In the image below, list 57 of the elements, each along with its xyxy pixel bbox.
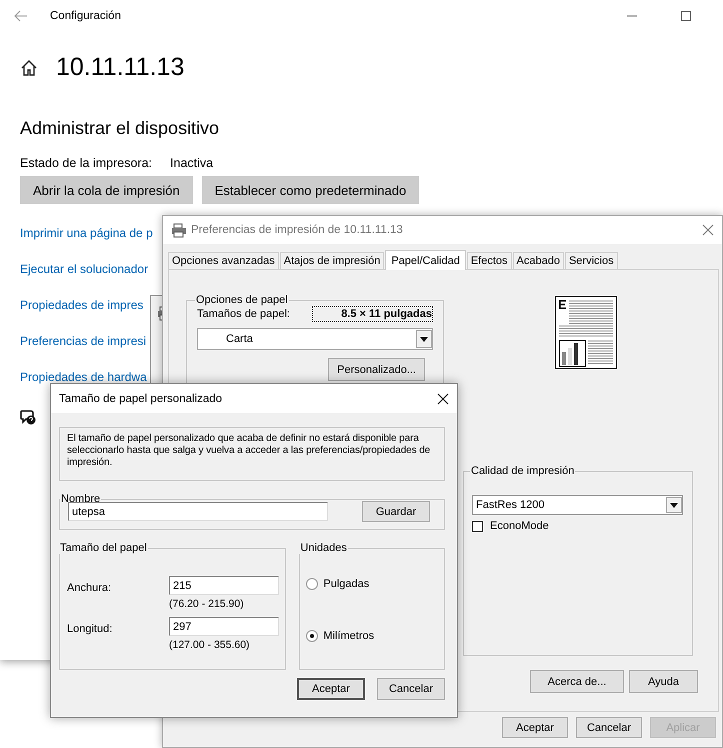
group-label: Opciones de papel: [195, 294, 289, 306]
range-hint: (127.00 - 355.60): [169, 639, 251, 651]
settings-link[interactable]: Propiedades de impres: [20, 296, 144, 315]
custom-button[interactable]: Personalizado...: [328, 358, 425, 381]
checkbox-label: EconoMode: [490, 520, 549, 532]
group-label: Unidades: [299, 542, 348, 554]
name-field[interactable]: utepsa: [68, 502, 328, 521]
back-icon: [14, 10, 28, 22]
group-label: Calidad de impresión: [470, 465, 576, 477]
status-value: Inactiva: [170, 156, 214, 170]
settings-link[interactable]: Propiedades de hardwa: [20, 368, 147, 387]
paper-size-value: 8.5 × 11 pulgadas: [312, 306, 433, 322]
radio-button[interactable]: [306, 578, 318, 590]
action-button[interactable]: Establecer como predeterminado: [202, 176, 420, 204]
tab[interactable]: Opciones avanzadas: [168, 252, 279, 269]
dialog-button[interactable]: Acerca de...: [530, 670, 624, 693]
radio-label: Milímetros: [323, 630, 374, 642]
section-title: Administrar el dispositivo: [20, 118, 220, 139]
dialog-button[interactable]: Aceptar: [502, 717, 568, 738]
maximize-icon: [680, 10, 692, 22]
feedback-icon: [20, 409, 36, 425]
close-icon: [702, 224, 714, 236]
field-label: Tamaños de papel:: [197, 308, 290, 320]
quality-dropdown[interactable]: FastRes 1200: [472, 495, 683, 515]
tab[interactable]: Servicios: [564, 252, 618, 269]
tab[interactable]: Papel/Calidad: [385, 250, 466, 270]
dialog-button[interactable]: Aceptar: [297, 678, 365, 700]
action-button[interactable]: Abrir la cola de impresión: [20, 176, 193, 204]
dialog-button[interactable]: Cancelar: [576, 717, 642, 738]
input-field[interactable]: 215: [169, 576, 279, 595]
save-button[interactable]: Guardar: [362, 501, 430, 522]
tab[interactable]: Acabado: [512, 252, 564, 269]
tab[interactable]: Efectos: [466, 252, 512, 269]
window-title: Configuración: [50, 10, 121, 22]
checkbox[interactable]: [472, 520, 483, 532]
paper-size-dropdown[interactable]: Carta: [197, 328, 433, 350]
input-field[interactable]: 297: [169, 617, 279, 636]
page-heading: 10.11.11.13: [56, 53, 184, 82]
dialog-button[interactable]: Ayuda: [629, 670, 698, 693]
range-hint: (76.20 - 215.90): [169, 598, 245, 610]
group-label: Nombre: [60, 493, 102, 505]
field-label: Anchura:: [67, 581, 112, 594]
field-label: Longitud:: [67, 622, 114, 635]
tab[interactable]: Atajos de impresión: [280, 252, 384, 269]
notice-text: El tamaño de papel personalizado que acaba de definir no estará disponible para seleccionarlo hasta que salga y vuelva a acceder a las preferencias/propiedades de impresión.: [67, 433, 432, 469]
radio-label: Pulgadas: [323, 578, 370, 590]
home-icon: [20, 58, 38, 76]
window-title: Preferencias de impresión de 10.11.11.13: [191, 224, 403, 236]
radio-button[interactable]: [306, 630, 318, 642]
settings-link[interactable]: Preferencias de impresi: [20, 332, 146, 351]
status-label: Estado de la impresora:: [20, 156, 152, 170]
settings-link[interactable]: Ejecutar el solucionador: [20, 260, 148, 279]
dialog-button[interactable]: Cancelar: [377, 678, 445, 700]
window-title: Tamaño de papel personalizado: [59, 392, 222, 404]
settings-link[interactable]: Imprimir una página de p: [20, 224, 153, 243]
close-icon: [437, 392, 449, 404]
group-label: Tamaño del papel: [59, 542, 148, 554]
